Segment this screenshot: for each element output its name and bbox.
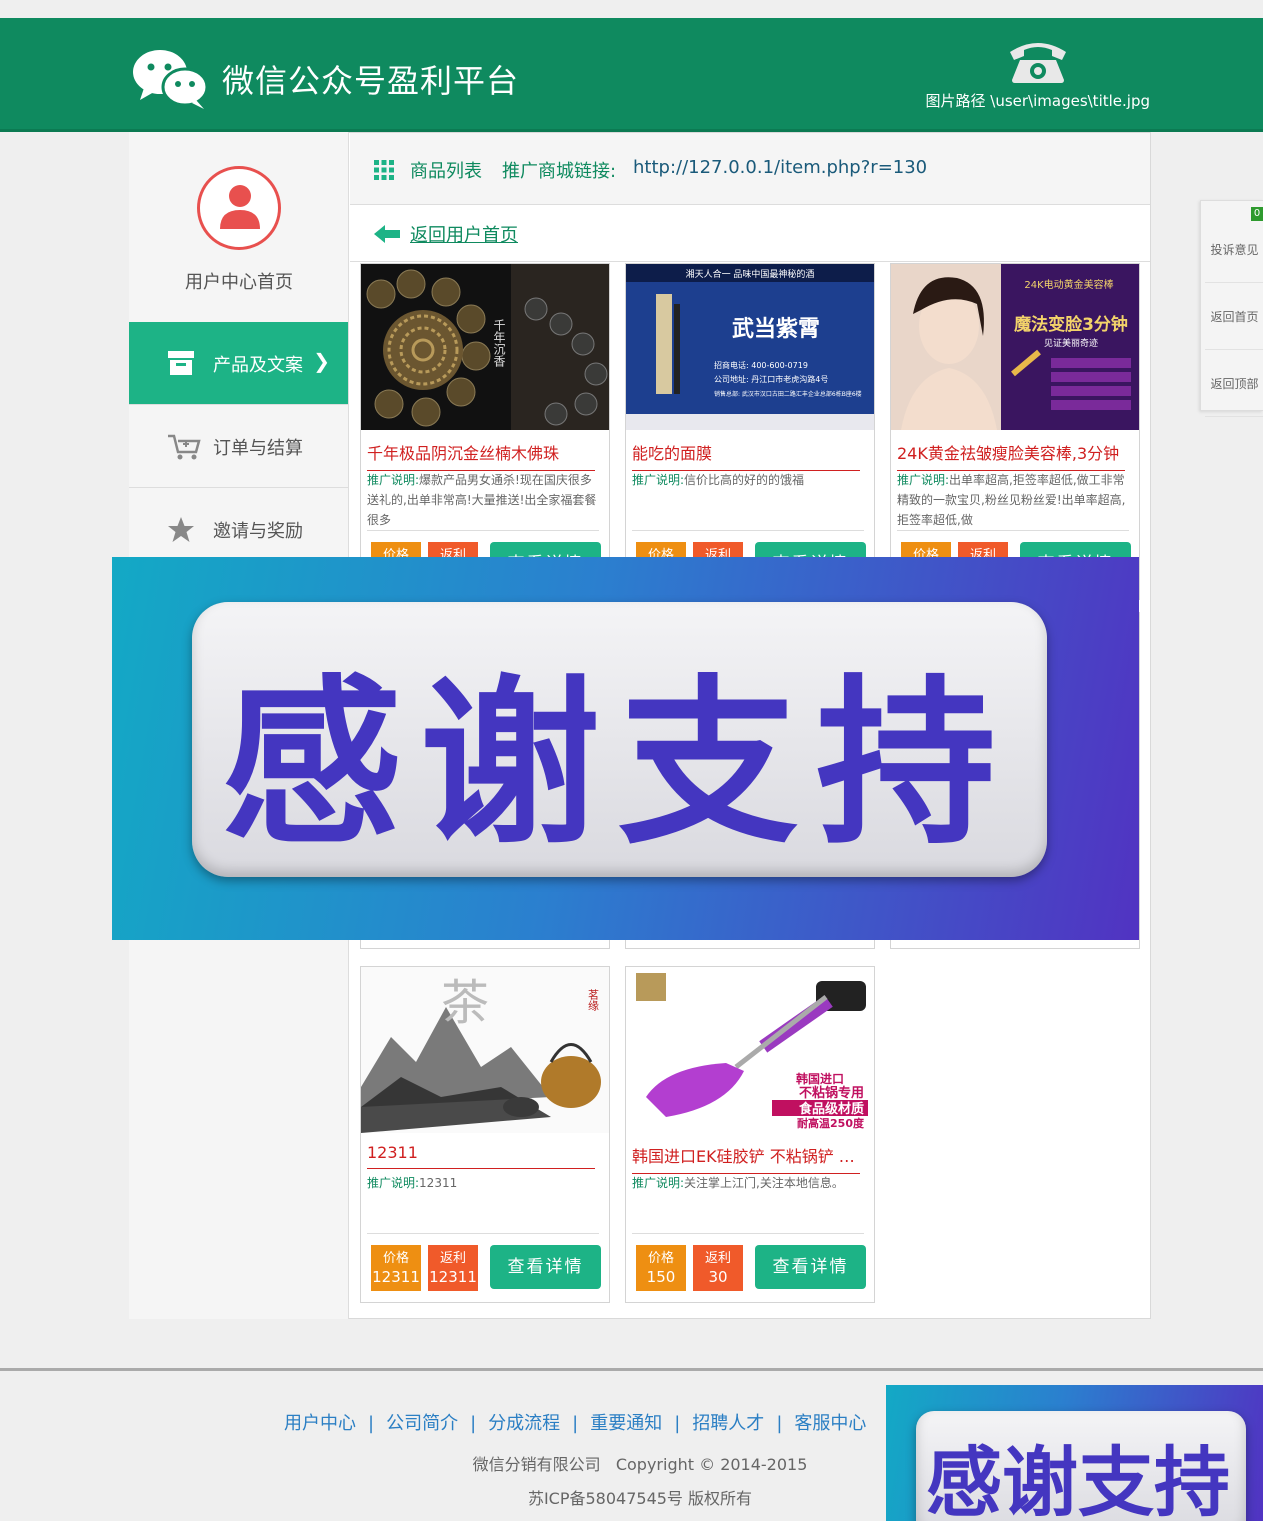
banner-text: 感谢支持 [926, 1438, 1230, 1521]
product-name[interactable]: 千年极品阴沉金丝楠木佛珠 [367, 440, 595, 471]
product-description: 推广说明:爆款产品男女通杀!现在国庆很多送礼的,出单非常高!大量推送!出全家福套… [367, 473, 597, 527]
product-description: 推广说明:出单率超高,拒签率超低,做工非常精致的一款宝贝,粉丝见粉丝爱!出单率超… [897, 473, 1126, 527]
svg-text:公司地址: 丹江口市老虎沟路4号: 公司地址: 丹江口市老虎沟路4号 [714, 374, 828, 384]
divider [367, 1233, 599, 1234]
svg-text:韩国进口: 韩国进口 [796, 1071, 844, 1086]
divider [367, 530, 599, 531]
back-to-home-link[interactable]: 返回用户首页 [410, 221, 518, 247]
svg-text:24K电动黄金美容棒: 24K电动黄金美容棒 [1024, 278, 1113, 291]
product-card: 24K电动黄金美容棒 魔法变脸3分钟 见证美丽奇迹 24K黄金祛皱瘦脸美容棒,3… [890, 263, 1140, 600]
promo-link-label: 推广商城链接: [502, 161, 617, 182]
rebate-tag: 返利 12311 [428, 1245, 478, 1291]
shopping-cart-icon [168, 434, 201, 460]
divider [632, 1233, 864, 1234]
product-image[interactable]: 24K电动黄金美容棒 魔法变脸3分钟 见证美丽奇迹 [891, 264, 1139, 430]
wechat-logo-icon [133, 50, 209, 109]
footer-link-commission[interactable]: 分成流程 [488, 1413, 560, 1434]
site-header: 微信公众号盈利平台 图片路径 \user\images\title.jpg [0, 18, 1263, 132]
thanks-banner-corner: 感谢支持 [886, 1385, 1263, 1521]
footer-link-notices[interactable]: 重要通知 [590, 1413, 662, 1434]
svg-text:销售总部: 武汉市汉口古田二路汇丰企业总部6栋B座6楼: 销售总部: 武汉市汉口古田二路汇丰企业总部6栋B座6楼 [714, 390, 862, 398]
svg-text:武当紫霄: 武当紫霄 [732, 316, 820, 342]
rebate-tag: 返利 30 [693, 1245, 743, 1291]
view-details-button[interactable]: 查看详情 [755, 1245, 866, 1289]
footer-link-about[interactable]: 公司简介 [386, 1413, 458, 1434]
product-card: 韩国进口 不粘锅专用 食品级材质 耐高温250度 韩国进口EK硅胶铲 不粘锅铲 … [625, 966, 875, 1303]
product-card: 茶 茗缘 12311 推广说明:12311 价格 12311 返利 12311 查看… [360, 966, 610, 1303]
chevron-right-icon: ❯ [313, 349, 330, 373]
svg-text:食品级材质: 食品级材质 [799, 1101, 864, 1117]
product-name[interactable]: 24K黄金祛皱瘦脸美容棒,3分钟 [897, 440, 1125, 471]
product-name[interactable]: 能吃的面膜 [632, 440, 860, 471]
feedback-link[interactable]: 投诉意见 [1205, 217, 1263, 283]
avatar[interactable] [197, 166, 281, 250]
svg-text:招商电话: 400-600-0719: 招商电话: 400-600-0719 [714, 360, 808, 370]
product-image[interactable]: 韩国进口 不粘锅专用 食品级材质 耐高温250度 [626, 967, 874, 1133]
telephone-icon [1010, 43, 1066, 83]
product-name[interactable]: 12311 [367, 1143, 595, 1169]
divider [632, 530, 864, 531]
banner-text: 感谢支持 [222, 660, 1015, 869]
page-title: 商品列表 [410, 161, 482, 182]
arrow-left-icon [374, 225, 400, 243]
product-image[interactable]: 湘天人合一 品味中国最神秘的酒 武当紫霄 招商电话: 400-600-0719 … [626, 264, 874, 430]
svg-text:茶: 茶 [441, 975, 489, 1031]
footer-links: 用户中心 | 公司简介 | 分成流程 | 重要通知 | 招聘人才 | 客服中心 [284, 1413, 867, 1434]
sidebar-item-orders[interactable]: 订单与结算 [129, 404, 348, 486]
product-card: 千年沉香 千年极品阴沉金丝楠木佛珠 推广说明:爆款产品男女通杀!现在国庆很多送礼… [360, 263, 610, 600]
sidebar-item-label: 订单与结算 [213, 438, 303, 459]
svg-text:千年沉香: 千年沉香 [492, 319, 506, 368]
product-list-bar: 商品列表 推广商城链接: http://127.0.0.1/item.php?r… [350, 133, 1150, 205]
divider [897, 530, 1129, 531]
product-image[interactable]: 茶 茗缘 [361, 967, 609, 1133]
sidebar-item-label: 邀请与奖励 [213, 521, 303, 542]
product-image[interactable]: 千年沉香 [361, 264, 609, 430]
promo-link-url[interactable]: http://127.0.0.1/item.php?r=130 [633, 157, 927, 178]
back-to-top-link[interactable]: 返回顶部 [1205, 351, 1263, 417]
site-title: 微信公众号盈利平台 [222, 62, 520, 100]
sidebar-item-products[interactable]: 产品及文案 ❯ [129, 322, 348, 404]
floating-side-panel: 0 投诉意见 返回首页 返回顶部 [1200, 200, 1263, 417]
archive-box-icon [168, 351, 194, 375]
sidebar-item-label: 产品及文案 [213, 355, 303, 376]
thanks-banner-overlay: 感谢支持 [112, 557, 1139, 940]
user-icon [220, 185, 260, 229]
star-icon [168, 517, 194, 542]
product-name[interactable]: 韩国进口EK硅胶铲 不粘锅铲 天然 [632, 1143, 860, 1174]
svg-text:魔法变脸3分钟: 魔法变脸3分钟 [1014, 314, 1128, 335]
svg-text:湘天人合一 品味中国最神秘的酒: 湘天人合一 品味中国最神秘的酒 [686, 268, 815, 280]
product-description: 推广说明:信价比高的好的的饿福 [632, 473, 805, 487]
svg-text:见证美丽奇迹: 见证美丽奇迹 [1044, 337, 1098, 349]
svg-text:茗缘: 茗缘 [587, 989, 600, 1011]
product-description: 推广说明:12311 [367, 1176, 458, 1190]
footer-link-jobs[interactable]: 招聘人才 [692, 1413, 764, 1434]
footer-link-support[interactable]: 客服中心 [794, 1413, 866, 1434]
footer-link-user-center[interactable]: 用户中心 [284, 1413, 356, 1434]
product-description: 推广说明:关注掌上江门,关注本地信息。 [632, 1176, 844, 1190]
back-bar: 返回用户首页 [350, 206, 1150, 262]
price-tag: 价格 150 [636, 1245, 686, 1291]
grid-icon [374, 160, 394, 180]
svg-text:不粘锅专用: 不粘锅专用 [799, 1085, 864, 1101]
price-tag: 价格 12311 [371, 1245, 421, 1291]
header-image-path: 图片路径 \user\images\title.jpg [925, 92, 1151, 110]
view-details-button[interactable]: 查看详情 [490, 1245, 601, 1289]
sidebar-home-link[interactable]: 用户中心首页 [129, 268, 349, 294]
product-card: 湘天人合一 品味中国最神秘的酒 武当紫霄 招商电话: 400-600-0719 … [625, 263, 875, 600]
back-home-link[interactable]: 返回首页 [1205, 284, 1263, 350]
svg-text:耐高温250度: 耐高温250度 [797, 1116, 865, 1130]
